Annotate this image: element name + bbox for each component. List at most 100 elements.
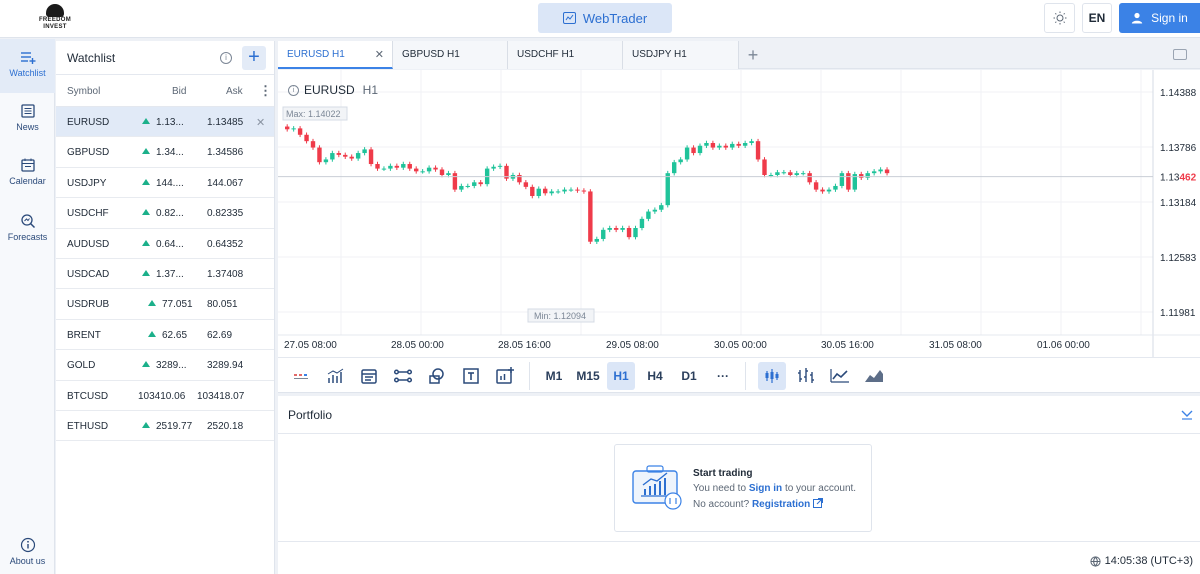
timeframe-h1[interactable]: H1 <box>607 362 635 390</box>
volume-bars-icon[interactable] <box>326 366 346 386</box>
signin-button[interactable]: Sign in <box>1119 3 1200 33</box>
col-symbol: Symbol <box>67 86 101 97</box>
candle-body <box>407 164 412 169</box>
bid-value[interactable]: 144.... <box>156 178 184 189</box>
timeframe-d1[interactable]: D1 <box>675 362 703 390</box>
info-icon[interactable]: i <box>220 52 232 64</box>
watchlist-row-gold[interactable]: GOLD 3289... 3289.94 <box>56 350 274 381</box>
nav-item-watchlist[interactable]: Watchlist <box>0 39 55 93</box>
chart-symbol: EURUSD <box>304 83 355 97</box>
watchlist-row-usdchf[interactable]: USDCHF 0.82... 0.82335 <box>56 198 274 229</box>
language-button[interactable]: EN <box>1082 3 1112 33</box>
indicators-icon[interactable] <box>292 366 312 386</box>
bid-value[interactable]: 103410.06 <box>138 391 185 402</box>
nav-item-calendar[interactable]: Calendar <box>0 147 55 201</box>
candle-body <box>620 228 625 230</box>
col-bid[interactable]: Bid <box>172 86 186 97</box>
bid-value[interactable]: 0.64... <box>156 239 184 250</box>
shapes-icon[interactable] <box>427 366 447 386</box>
more-timeframes-button[interactable]: ··· <box>709 362 737 390</box>
watchlist-row-gbpusd[interactable]: GBPUSD 1.34... 1.34586 <box>56 137 274 168</box>
remove-icon[interactable]: ✕ <box>256 116 265 129</box>
bid-value[interactable]: 1.37... <box>156 269 184 280</box>
symbol-name: AUDUSD <box>67 238 110 250</box>
bid-value[interactable]: 0.82... <box>156 208 184 219</box>
area-chart-button[interactable] <box>860 362 888 390</box>
signin-link[interactable]: Sign in <box>749 483 782 494</box>
candle-body <box>575 189 580 191</box>
tab-gbpusd[interactable]: GBPUSD H1 <box>393 41 508 69</box>
candle-body <box>691 147 696 154</box>
watchlist-row-usdjpy[interactable]: USDJPY 144.... 144.067 <box>56 168 274 199</box>
registration-link[interactable]: Registration <box>752 499 810 510</box>
watchlist-row-ethusd[interactable]: ETHUSD 2519.77 2520.18 <box>56 411 274 442</box>
add-symbol-button[interactable]: + <box>242 46 266 70</box>
calendar-icon[interactable] <box>359 366 379 386</box>
candle-body <box>678 159 683 163</box>
tab-usdchf[interactable]: USDCHF H1 <box>508 41 623 69</box>
bid-value[interactable]: 3289... <box>156 360 187 371</box>
chevron-down-icon[interactable] <box>1181 408 1193 420</box>
webtrader-button[interactable]: WebTrader <box>538 3 672 33</box>
bid-value[interactable]: 62.65 <box>162 330 187 341</box>
bid-value[interactable]: 2519.77 <box>156 421 192 432</box>
tab-eurusd[interactable]: EURUSD H1 ✕ <box>278 41 393 69</box>
time-tick-label: 01.06 00:00 <box>1037 340 1090 351</box>
watchlist-row-usdrub[interactable]: USDRUB 77.051 80.051 <box>56 289 274 320</box>
bid-value[interactable]: 1.13... <box>156 117 184 128</box>
text-tool-icon[interactable] <box>461 366 481 386</box>
add-chart-icon[interactable] <box>495 366 515 386</box>
theme-toggle-button[interactable] <box>1044 3 1075 33</box>
info-icon <box>20 537 35 553</box>
ask-value[interactable]: 3289.94 <box>207 360 243 371</box>
candles-chart-button[interactable] <box>758 362 786 390</box>
tab-usdjpy[interactable]: USDJPY H1 <box>623 41 739 69</box>
trendline-icon[interactable] <box>393 366 413 386</box>
ask-value[interactable]: 103418.07 <box>197 391 244 402</box>
ask-value[interactable]: 1.34586 <box>207 147 243 158</box>
col-ask[interactable]: Ask <box>226 86 243 97</box>
chart-area[interactable]: 1.14388 1.13786 1.13184 1.12583 1.11981 1.134… <box>278 70 1200 357</box>
add-tab-button[interactable]: + <box>743 45 763 65</box>
watchlist-row-usdcad[interactable]: USDCAD 1.37... 1.37408 <box>56 259 274 290</box>
external-link-icon[interactable] <box>813 498 824 508</box>
watchlist-row-audusd[interactable]: AUDUSD 0.64... 0.64352 <box>56 229 274 259</box>
time-tick-label: 31.05 08:00 <box>929 340 982 351</box>
ask-value[interactable]: 1.13485 <box>207 117 243 128</box>
bars-chart-button[interactable] <box>792 362 820 390</box>
ask-value[interactable]: 2520.18 <box>207 421 243 432</box>
ask-value[interactable]: 144.067 <box>207 178 243 189</box>
info-icon[interactable]: i <box>288 84 299 96</box>
min-label: Min: 1.12094 <box>534 311 586 321</box>
bid-value[interactable]: 77.051 <box>162 299 193 310</box>
timeframe-m15[interactable]: M15 <box>573 362 603 390</box>
candle-body <box>794 173 799 175</box>
bid-value[interactable]: 1.34... <box>156 147 184 158</box>
candle-body <box>833 185 838 190</box>
timeframe-m1[interactable]: M1 <box>540 362 568 390</box>
ask-value[interactable]: 80.051 <box>207 299 238 310</box>
ask-value[interactable]: 62.69 <box>207 330 232 341</box>
chart-icon <box>562 12 576 24</box>
more-vertical-icon[interactable]: ⋮ <box>259 83 272 99</box>
candles-icon <box>765 369 779 383</box>
watchlist-row-eurusd[interactable]: EURUSD 1.13... 1.13485 ✕ <box>56 107 274 138</box>
time-tick-label: 30.05 16:00 <box>821 340 874 351</box>
candle-body <box>639 218 645 229</box>
line-chart-button[interactable] <box>826 362 854 390</box>
nav-item-about[interactable]: About us <box>0 531 55 574</box>
ask-value[interactable]: 0.64352 <box>207 239 243 250</box>
watchlist-row-brent[interactable]: BRENT 62.65 62.69 <box>56 320 274 351</box>
logo[interactable]: FREEDOM INVEST <box>38 4 72 34</box>
watchlist-row-btcusd[interactable]: BTCUSD 103410.06 103418.07 <box>56 381 274 411</box>
candle-body <box>659 205 664 210</box>
nav-item-news[interactable]: News <box>0 93 55 147</box>
close-icon[interactable]: ✕ <box>375 41 384 69</box>
ask-value[interactable]: 0.82335 <box>207 208 243 219</box>
nav-item-forecasts[interactable]: Forecasts <box>0 203 55 257</box>
candlestick-chart[interactable]: 1.14388 1.13786 1.13184 1.12583 1.11981 1.134… <box>278 70 1200 357</box>
arrow-up-icon <box>142 239 150 246</box>
camera-icon[interactable] <box>1173 49 1187 60</box>
timeframe-h4[interactable]: H4 <box>641 362 669 390</box>
ask-value[interactable]: 1.37408 <box>207 269 243 280</box>
